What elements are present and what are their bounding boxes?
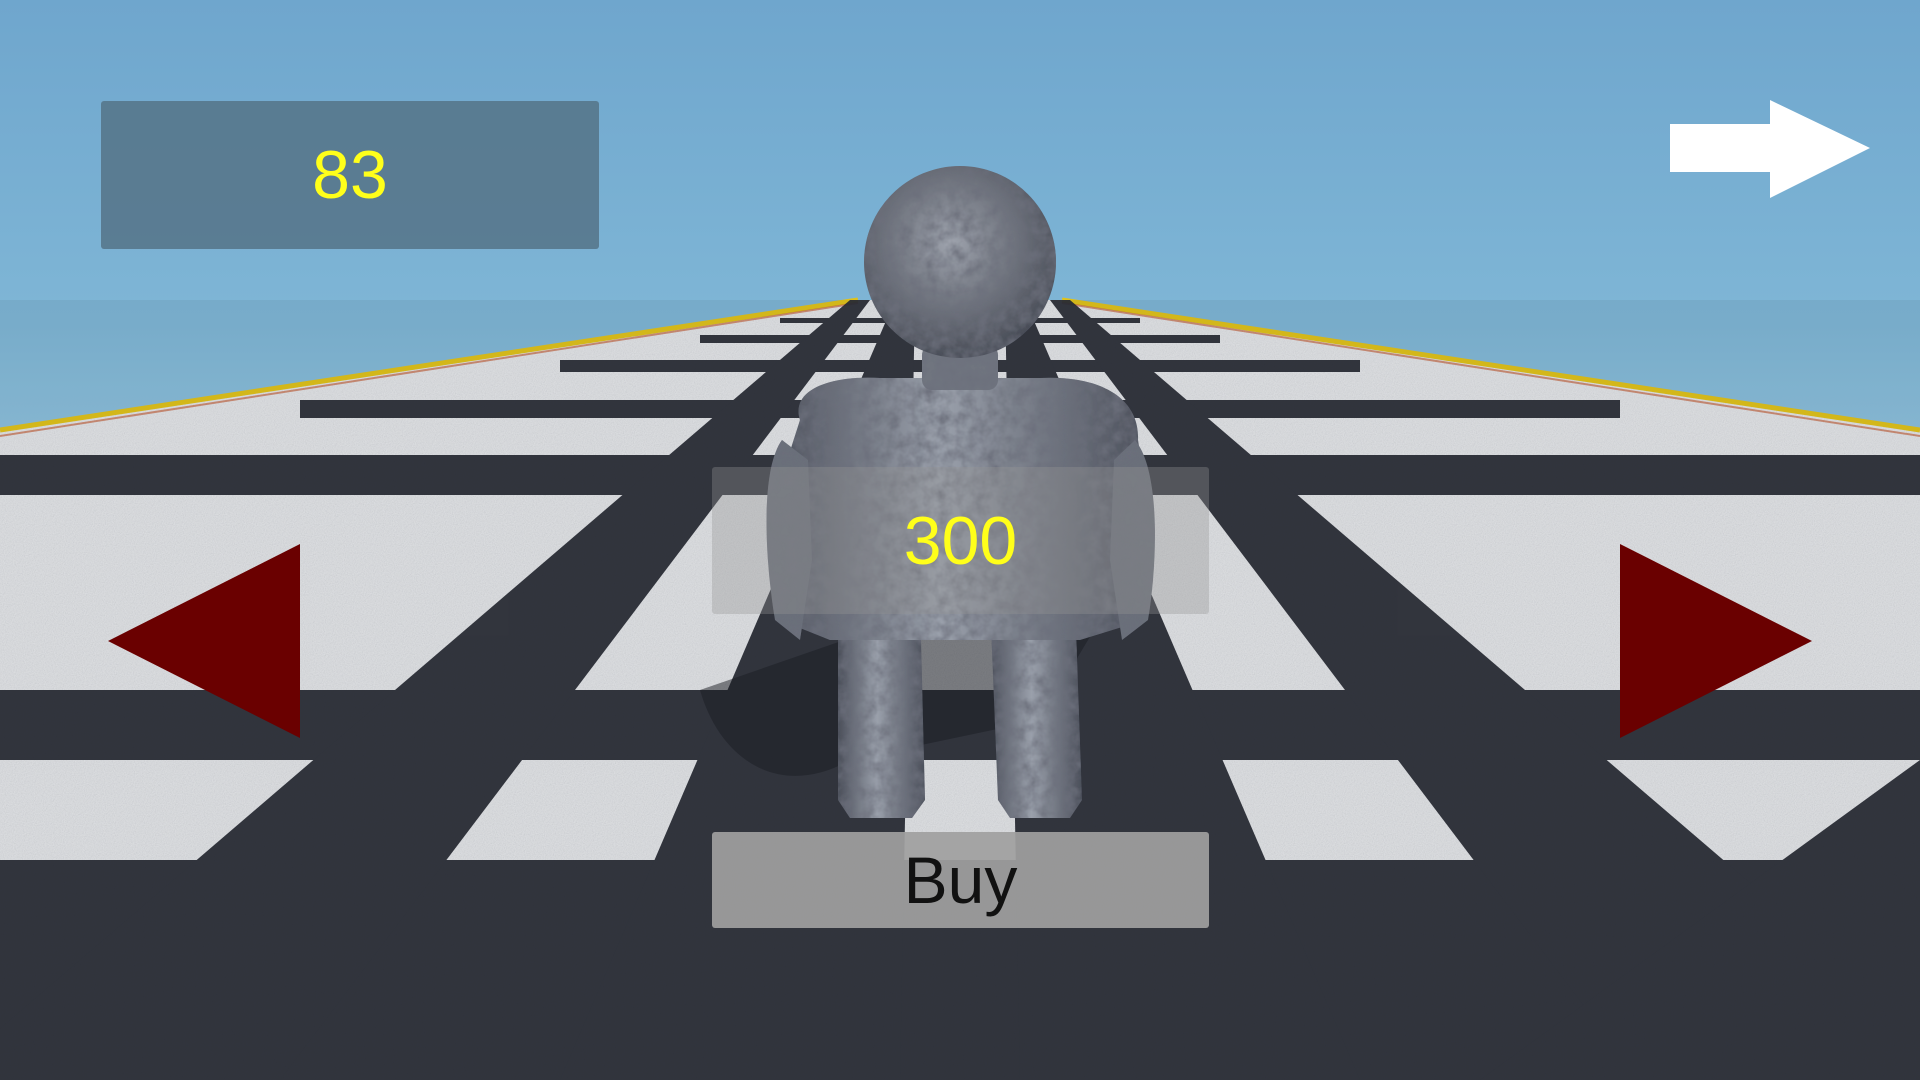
game-scene: 83 300 Buy — [0, 0, 1920, 1080]
triangle-right-icon — [1620, 544, 1812, 738]
arrow-right-icon — [1670, 100, 1870, 198]
coin-counter-panel: 83 — [101, 101, 599, 249]
continue-button[interactable] — [1668, 100, 1872, 200]
buy-button[interactable]: Buy — [712, 832, 1209, 928]
coin-count: 83 — [312, 137, 388, 213]
next-skin-button[interactable] — [1620, 544, 1812, 738]
previous-skin-button[interactable] — [108, 544, 300, 738]
skin-price-panel: 300 — [712, 467, 1209, 614]
triangle-left-icon — [108, 544, 300, 738]
skin-price: 300 — [903, 502, 1018, 579]
buy-button-label: Buy — [903, 843, 1018, 917]
